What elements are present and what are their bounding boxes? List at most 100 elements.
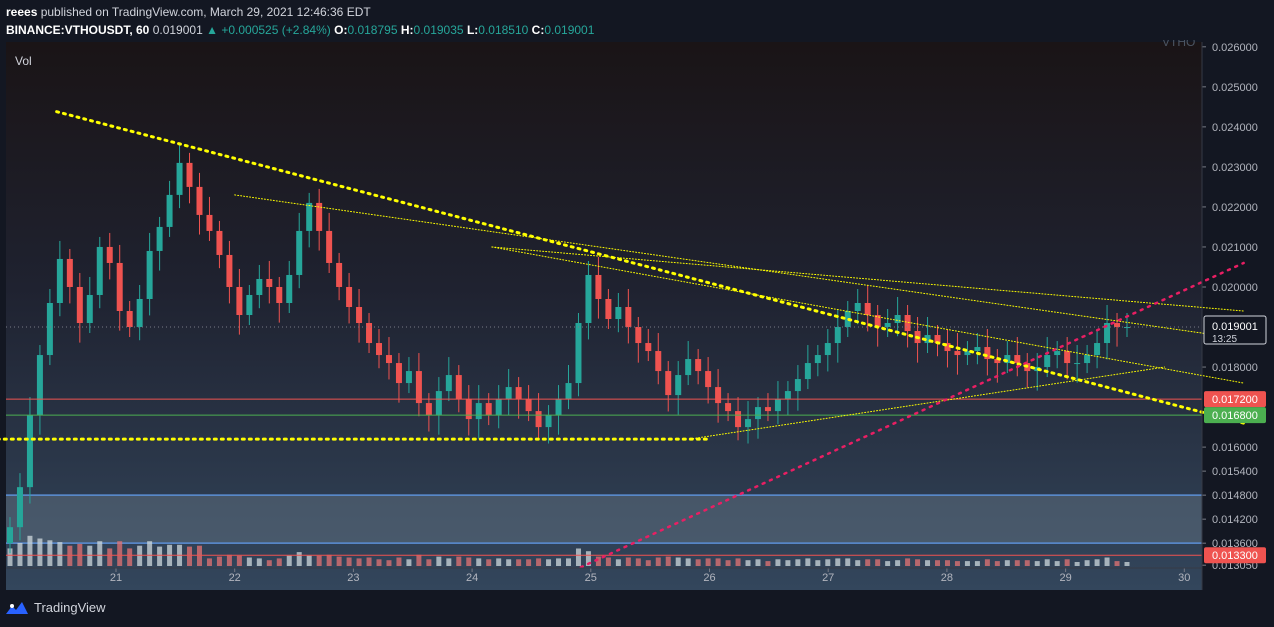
candle[interactable] — [156, 226, 163, 251]
publisher-username[interactable]: reees — [6, 5, 37, 19]
candle[interactable] — [1084, 355, 1091, 364]
candle[interactable] — [725, 403, 732, 412]
candle[interactable] — [565, 383, 572, 400]
candle[interactable] — [974, 347, 981, 352]
candle[interactable] — [256, 278, 263, 295]
candle[interactable] — [336, 262, 343, 287]
candle[interactable] — [76, 286, 83, 324]
candle[interactable] — [695, 359, 702, 372]
tradingview-logo[interactable]: TradingView — [6, 600, 106, 615]
candle[interactable] — [286, 274, 293, 303]
candle[interactable] — [864, 302, 871, 316]
candle[interactable] — [146, 250, 153, 299]
candle[interactable] — [485, 403, 492, 416]
candle[interactable] — [1114, 323, 1121, 328]
candle[interactable] — [1044, 355, 1051, 368]
candle[interactable] — [705, 371, 712, 388]
candle[interactable] — [166, 194, 173, 227]
candle[interactable] — [515, 387, 522, 400]
candle[interactable] — [1064, 351, 1071, 364]
candle[interactable] — [745, 419, 752, 428]
candle[interactable] — [46, 302, 53, 356]
candle[interactable] — [645, 343, 652, 352]
candle[interactable] — [555, 399, 562, 416]
candle[interactable] — [854, 302, 861, 312]
candle[interactable] — [535, 411, 542, 428]
candle[interactable] — [106, 246, 113, 263]
candle[interactable] — [954, 351, 961, 356]
candle[interactable] — [615, 307, 622, 320]
chart-area[interactable]: 0.026000 0.025000 0.024000 0.023000 0.022000… — [0, 0, 1274, 597]
candle[interactable] — [36, 355, 43, 416]
candle[interactable] — [585, 274, 592, 324]
candle[interactable] — [575, 323, 582, 384]
candle[interactable] — [56, 258, 63, 303]
candle[interactable] — [236, 286, 243, 316]
candle[interactable] — [425, 403, 432, 416]
candle[interactable] — [525, 399, 532, 412]
candle[interactable] — [804, 363, 811, 380]
candle[interactable] — [395, 363, 402, 384]
symbol-name[interactable]: BINANCE:VTHOUSDT, 60 — [6, 23, 149, 37]
candle[interactable] — [7, 527, 13, 544]
candle[interactable] — [465, 399, 472, 420]
candle[interactable] — [126, 311, 133, 328]
candle[interactable] — [1014, 355, 1021, 364]
candle[interactable] — [356, 307, 363, 324]
candle[interactable] — [16, 487, 23, 528]
candle[interactable] — [794, 379, 801, 392]
candle[interactable] — [415, 371, 422, 404]
candle[interactable] — [435, 391, 442, 416]
candle[interactable] — [1094, 343, 1101, 356]
candle[interactable] — [445, 375, 452, 392]
candle[interactable] — [385, 355, 392, 364]
candle[interactable] — [306, 202, 313, 231]
candle[interactable] — [625, 307, 632, 328]
candle[interactable] — [266, 278, 273, 287]
candle[interactable] — [296, 230, 303, 275]
candle[interactable] — [366, 323, 373, 344]
candle[interactable] — [116, 262, 123, 312]
candle[interactable] — [545, 415, 552, 428]
candle[interactable] — [26, 415, 33, 488]
candle[interactable] — [984, 347, 991, 360]
candle[interactable] — [505, 387, 512, 400]
candle[interactable] — [665, 371, 672, 396]
candle[interactable] — [96, 246, 103, 295]
candle[interactable] — [834, 327, 841, 344]
candle[interactable] — [186, 162, 193, 187]
candle[interactable] — [735, 411, 742, 428]
candle[interactable] — [206, 214, 213, 231]
candle[interactable] — [276, 286, 283, 303]
candle[interactable] — [754, 407, 761, 420]
candle[interactable] — [246, 294, 253, 316]
candle[interactable] — [675, 375, 682, 396]
candle[interactable] — [376, 343, 383, 356]
candle[interactable] — [784, 391, 791, 400]
candle[interactable] — [764, 407, 771, 412]
candle[interactable] — [814, 355, 821, 364]
candle[interactable] — [66, 258, 73, 287]
candle[interactable] — [1074, 363, 1081, 365]
chart-svg[interactable]: 0.026000 0.025000 0.024000 0.023000 0.022000… — [0, 0, 1274, 592]
candle[interactable] — [475, 403, 482, 420]
candle[interactable] — [884, 323, 891, 328]
candle[interactable] — [774, 399, 781, 412]
candle[interactable] — [655, 351, 662, 372]
candle[interactable] — [1054, 351, 1061, 356]
candle[interactable] — [605, 298, 612, 320]
candle[interactable] — [595, 274, 602, 299]
candle[interactable] — [136, 298, 143, 328]
candle[interactable] — [635, 327, 642, 344]
candle[interactable] — [495, 399, 502, 416]
candle[interactable] — [216, 230, 223, 255]
candle[interactable] — [894, 315, 901, 324]
candle[interactable] — [405, 371, 412, 384]
candle[interactable] — [455, 375, 462, 400]
candle[interactable] — [326, 230, 333, 263]
candle[interactable] — [196, 186, 203, 215]
candle[interactable] — [226, 254, 233, 287]
candle[interactable] — [824, 343, 831, 356]
candle[interactable] — [715, 387, 722, 404]
candle[interactable] — [176, 162, 183, 195]
